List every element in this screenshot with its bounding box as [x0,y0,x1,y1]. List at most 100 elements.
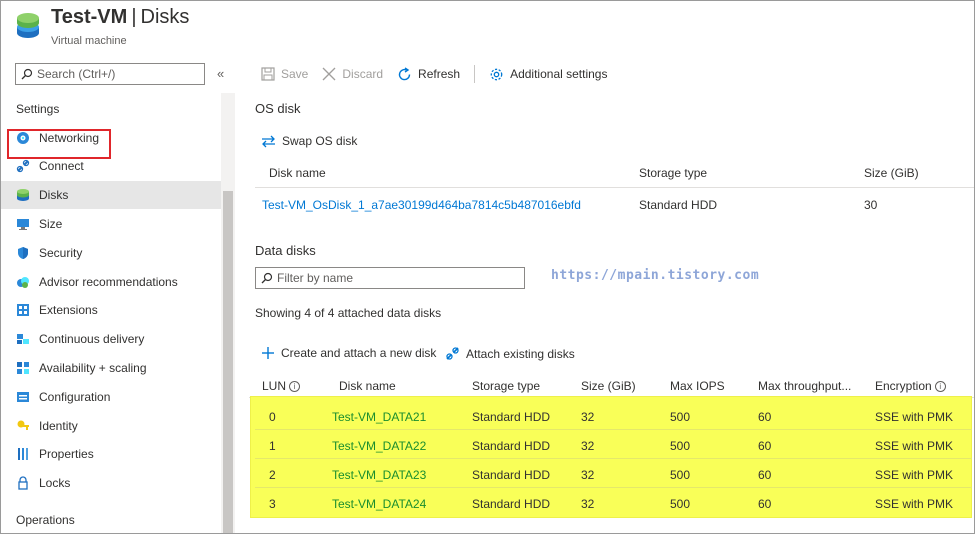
sidebar-scrollbar-thumb[interactable] [223,191,233,533]
sidebar-item-label: Continuous delivery [39,332,145,346]
cell-max-iops: 500 [670,439,691,453]
cell-storage-type[interactable]: Standard HDD [472,497,550,511]
sidebar-item-configuration[interactable]: Configuration [1,383,221,411]
cell-disk-name-link[interactable]: Test-VM_DATA24 [332,497,426,511]
sidebar-item-label: Identity [39,419,78,433]
app-frame: Test-VM | Disks Virtual machine Search (Ct… [0,0,975,534]
lock-icon [15,475,31,491]
cell-max-throughput: 60 [758,410,772,424]
col-max-iops[interactable]: Max IOPS [670,379,725,393]
attached-disks-count: Showing 4 of 4 attached data disks [255,306,442,320]
sidebar-item-label: Locks [39,476,71,490]
sidebar-item-disks[interactable]: Disks [1,181,221,209]
col-encryption[interactable]: Encryption i [875,379,946,393]
cell-size[interactable]: 32 [581,468,594,482]
filter-placeholder: Filter by name [277,271,354,285]
cell-storage-type[interactable]: Standard HDD [472,468,550,482]
sidebar-item-continuous-delivery[interactable]: Continuous delivery [1,325,221,353]
sidebar-item-label: Disks [39,188,69,202]
swap-icon [262,135,275,148]
additional-settings-button[interactable]: Additional settings [489,67,607,82]
col-storage-type[interactable]: Storage type [472,379,540,393]
col-disk-name[interactable]: Disk name [339,379,396,393]
availability-icon [15,360,31,376]
create-attach-disk-label: Create and attach a new disk [281,346,437,360]
cell-disk-name-link[interactable]: Test-VM_DATA22 [332,439,426,453]
cell-storage-type[interactable]: Standard HDD [472,410,550,424]
col-encryption-label: Encryption [875,379,932,393]
sidebar-item-label: Connect [39,159,84,173]
attach-existing-disks-label: Attach existing disks [466,346,575,361]
cell-encryption: SSE with PMK [875,497,954,511]
cell-storage-type[interactable]: Standard HDD [472,439,550,453]
cell-disk-name-link[interactable]: Test-VM_DATA21 [332,410,426,424]
shield-icon [15,245,31,261]
create-attach-disk-button[interactable]: Create and attach a new disk [261,346,436,360]
os-col-disk-name: Disk name [269,166,326,180]
cell-size[interactable]: 32 [581,410,594,424]
os-disk-storage-type: Standard HDD [639,198,718,212]
attach-existing-disks-button[interactable]: Attach existing disks [445,346,575,361]
os-table-divider [255,187,974,188]
watermark-text: https://mpain.tistory.com [551,268,760,283]
refresh-button[interactable]: Refresh [397,66,460,82]
col-max-throughput[interactable]: Max throughput... [758,379,851,393]
cell-max-throughput: 60 [758,468,772,482]
continuous-delivery-icon [15,331,31,347]
info-icon[interactable]: i [289,380,301,392]
sidebar-item-availability-scaling[interactable]: Availability + scaling [1,354,221,382]
cell-size[interactable]: 32 [581,439,594,453]
table-row[interactable]: 2 Test-VM_DATA23 Standard HDD 32 500 60 … [255,460,972,488]
col-size[interactable]: Size (GiB) [581,379,636,393]
cell-size[interactable]: 32 [581,497,594,511]
table-row[interactable]: 3 Test-VM_DATA24 Standard HDD 32 500 60 … [255,489,972,517]
sidebar-item-size[interactable]: Size [1,210,221,238]
save-button[interactable]: Save [261,67,308,81]
sidebar-item-label: Advisor recommendations [39,275,178,289]
sidebar-item-identity[interactable]: Identity [1,412,221,440]
refresh-icon [398,66,411,80]
cell-lun: 3 [269,497,276,511]
collapse-sidebar-button[interactable]: « [217,66,224,81]
cell-encryption: SSE with PMK [875,439,954,453]
swap-os-disk-button[interactable]: Swap OS disk [261,134,357,148]
table-row[interactable]: 1 Test-VM_DATA22 Standard HDD 32 500 60 … [255,431,972,459]
filter-by-name-input[interactable]: Filter by name [255,267,525,289]
disks-icon [15,187,31,203]
title-separator: | [131,6,137,28]
selection-highlight-box [7,129,111,159]
data-disks-heading: Data disks [255,243,316,258]
sidebar-item-extensions[interactable]: Extensions [1,296,221,324]
sidebar-item-properties[interactable]: Properties [1,440,221,468]
main-content: Save Discard Refresh Additional settings… [235,53,974,533]
discard-button[interactable]: Discard [322,67,383,81]
sidebar-item-label: Extensions [39,303,98,317]
sidebar-item-security[interactable]: Security [1,239,221,267]
vm-disk-icon [17,13,39,38]
size-icon [15,216,31,232]
sidebar-item-label: Configuration [39,390,111,404]
sidebar-item-advisor-recommendations[interactable]: Advisor recommendations [1,268,221,296]
page-title: Test-VM | Disks [51,6,189,29]
os-disk-name-link[interactable]: Test-VM_OsDisk_1_a7ae30199d464ba7814c5b4… [262,198,581,212]
sidebar-search-input[interactable]: Search (Ctrl+/) [15,63,205,85]
swap-os-disk-label: Swap OS disk [282,134,358,148]
cell-disk-name-link[interactable]: Test-VM_DATA23 [332,468,426,482]
sidebar-item-locks[interactable]: Locks [1,469,221,497]
gear-icon [490,68,503,80]
search-icon [21,68,33,80]
search-icon [261,272,273,284]
settings-section-label: Settings [16,102,60,116]
info-icon[interactable]: i [934,380,946,392]
save-icon [261,67,275,81]
sidebar-item-label: Security [39,246,83,260]
attach-icon [446,347,459,360]
sidebar-item-label: Availability + scaling [39,361,147,375]
blade-name: Disks [140,6,190,28]
table-row[interactable]: 0 Test-VM_DATA21 Standard HDD 32 500 60 … [255,402,972,430]
col-lun[interactable]: LUN i [262,379,301,393]
close-icon [322,67,336,81]
os-col-storage-type: Storage type [639,166,708,180]
sidebar: Search (Ctrl+/) « Settings Networking Co… [1,53,235,533]
properties-icon [15,446,31,462]
